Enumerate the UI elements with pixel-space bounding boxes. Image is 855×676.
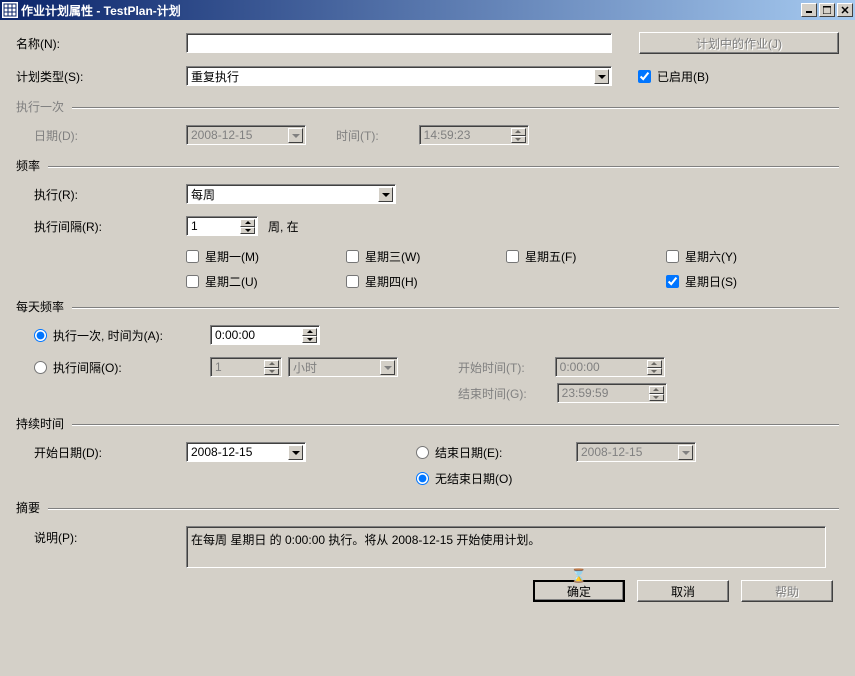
chevron-down-icon xyxy=(288,445,303,460)
chevron-down-icon xyxy=(678,445,693,460)
daily-frequency-group: 每天频率 xyxy=(16,298,839,315)
recurs-every-spinner[interactable]: 1 xyxy=(186,216,258,236)
end-date-radio-label[interactable]: 结束日期(E): xyxy=(416,444,576,461)
summary-group: 摘要 xyxy=(16,499,839,516)
friday-checkbox-label[interactable]: 星期五(F) xyxy=(506,248,666,265)
onetime-date-picker: 2008-12-15 xyxy=(186,125,306,145)
end-date-picker: 2008-12-15 xyxy=(576,442,696,462)
duration-group: 持续时间 xyxy=(16,415,839,432)
end-time-picker: 23:59:59 xyxy=(557,383,667,403)
enabled-checkbox[interactable] xyxy=(638,70,651,83)
friday-checkbox[interactable] xyxy=(506,250,519,263)
start-date-label: 开始日期(D): xyxy=(34,444,186,461)
occurs-once-radio-label[interactable]: 执行一次, 时间为(A): xyxy=(34,327,210,344)
start-time-picker: 0:00:00 xyxy=(555,357,665,377)
saturday-checkbox-label[interactable]: 星期六(Y) xyxy=(666,248,737,265)
no-end-date-radio-label[interactable]: 无结束日期(O) xyxy=(416,470,512,487)
one-time-group: 执行一次 xyxy=(16,98,839,115)
tuesday-checkbox[interactable] xyxy=(186,275,199,288)
monday-checkbox[interactable] xyxy=(186,250,199,263)
spinner-icon xyxy=(649,386,664,401)
once-time-picker[interactable]: 0:00:00 xyxy=(210,325,320,345)
chevron-down-icon xyxy=(594,69,609,84)
no-end-date-radio[interactable] xyxy=(416,472,429,485)
onetime-date-label: 日期(D): xyxy=(34,127,186,144)
interval-value-spinner: 1 xyxy=(210,357,282,377)
interval-unit-select: 小时 xyxy=(288,357,398,377)
occurs-interval-radio[interactable] xyxy=(34,361,47,374)
recurs-every-label: 执行间隔(R): xyxy=(34,218,186,235)
jobs-in-schedule-button[interactable]: 计划中的作业(J) xyxy=(639,32,839,54)
wednesday-checkbox[interactable] xyxy=(346,250,359,263)
titlebar: 作业计划属性 - TestPlan-计划 xyxy=(0,0,855,20)
name-input[interactable] xyxy=(186,33,612,53)
cancel-button[interactable]: 取消 xyxy=(637,580,729,602)
spinner-icon xyxy=(302,328,317,343)
occurs-label: 执行(R): xyxy=(34,186,186,203)
thursday-checkbox[interactable] xyxy=(346,275,359,288)
spinner-icon xyxy=(240,219,255,234)
spinner-icon xyxy=(264,360,279,375)
occurs-interval-radio-label[interactable]: 执行间隔(O): xyxy=(34,359,210,376)
onetime-time-label: 时间(T): xyxy=(336,127,379,144)
close-button[interactable] xyxy=(837,3,853,17)
description-label: 说明(P): xyxy=(34,526,186,546)
enabled-checkbox-label[interactable]: 已启用(B) xyxy=(638,68,709,85)
schedule-type-value: 重复执行 xyxy=(191,68,239,85)
frequency-group: 频率 xyxy=(16,157,839,174)
name-label: 名称(N): xyxy=(16,35,186,52)
chevron-down-icon xyxy=(378,187,393,202)
schedule-type-label: 计划类型(S): xyxy=(16,68,186,85)
spinner-icon xyxy=(647,360,662,375)
summary-textarea[interactable] xyxy=(186,526,826,568)
thursday-checkbox-label[interactable]: 星期四(H) xyxy=(346,273,506,290)
spinner-icon xyxy=(511,128,526,143)
app-icon xyxy=(2,2,18,18)
occurs-once-radio[interactable] xyxy=(34,329,47,342)
sunday-checkbox[interactable] xyxy=(666,275,679,288)
chevron-down-icon xyxy=(380,360,395,375)
help-button[interactable]: 帮助 xyxy=(741,580,833,602)
schedule-type-select[interactable]: 重复执行 xyxy=(186,66,612,86)
saturday-checkbox[interactable] xyxy=(666,250,679,263)
end-time-label: 结束时间(G): xyxy=(458,385,527,402)
start-time-label: 开始时间(T): xyxy=(458,359,525,376)
onetime-time-picker: 14:59:23 xyxy=(419,125,529,145)
monday-checkbox-label[interactable]: 星期一(M) xyxy=(186,248,346,265)
wednesday-checkbox-label[interactable]: 星期三(W) xyxy=(346,248,506,265)
occurs-select[interactable]: 每周 xyxy=(186,184,396,204)
start-date-picker[interactable]: 2008-12-15 xyxy=(186,442,306,462)
minimize-button[interactable] xyxy=(801,3,817,17)
tuesday-checkbox-label[interactable]: 星期二(U) xyxy=(186,273,346,290)
maximize-button[interactable] xyxy=(819,3,835,17)
weeks-on-label: 周, 在 xyxy=(268,218,299,235)
end-date-radio[interactable] xyxy=(416,446,429,459)
chevron-down-icon xyxy=(288,128,303,143)
sunday-checkbox-label[interactable]: 星期日(S) xyxy=(666,273,737,290)
ok-button[interactable]: 确定 xyxy=(533,580,625,602)
window-title: 作业计划属性 - TestPlan-计划 xyxy=(21,2,801,19)
